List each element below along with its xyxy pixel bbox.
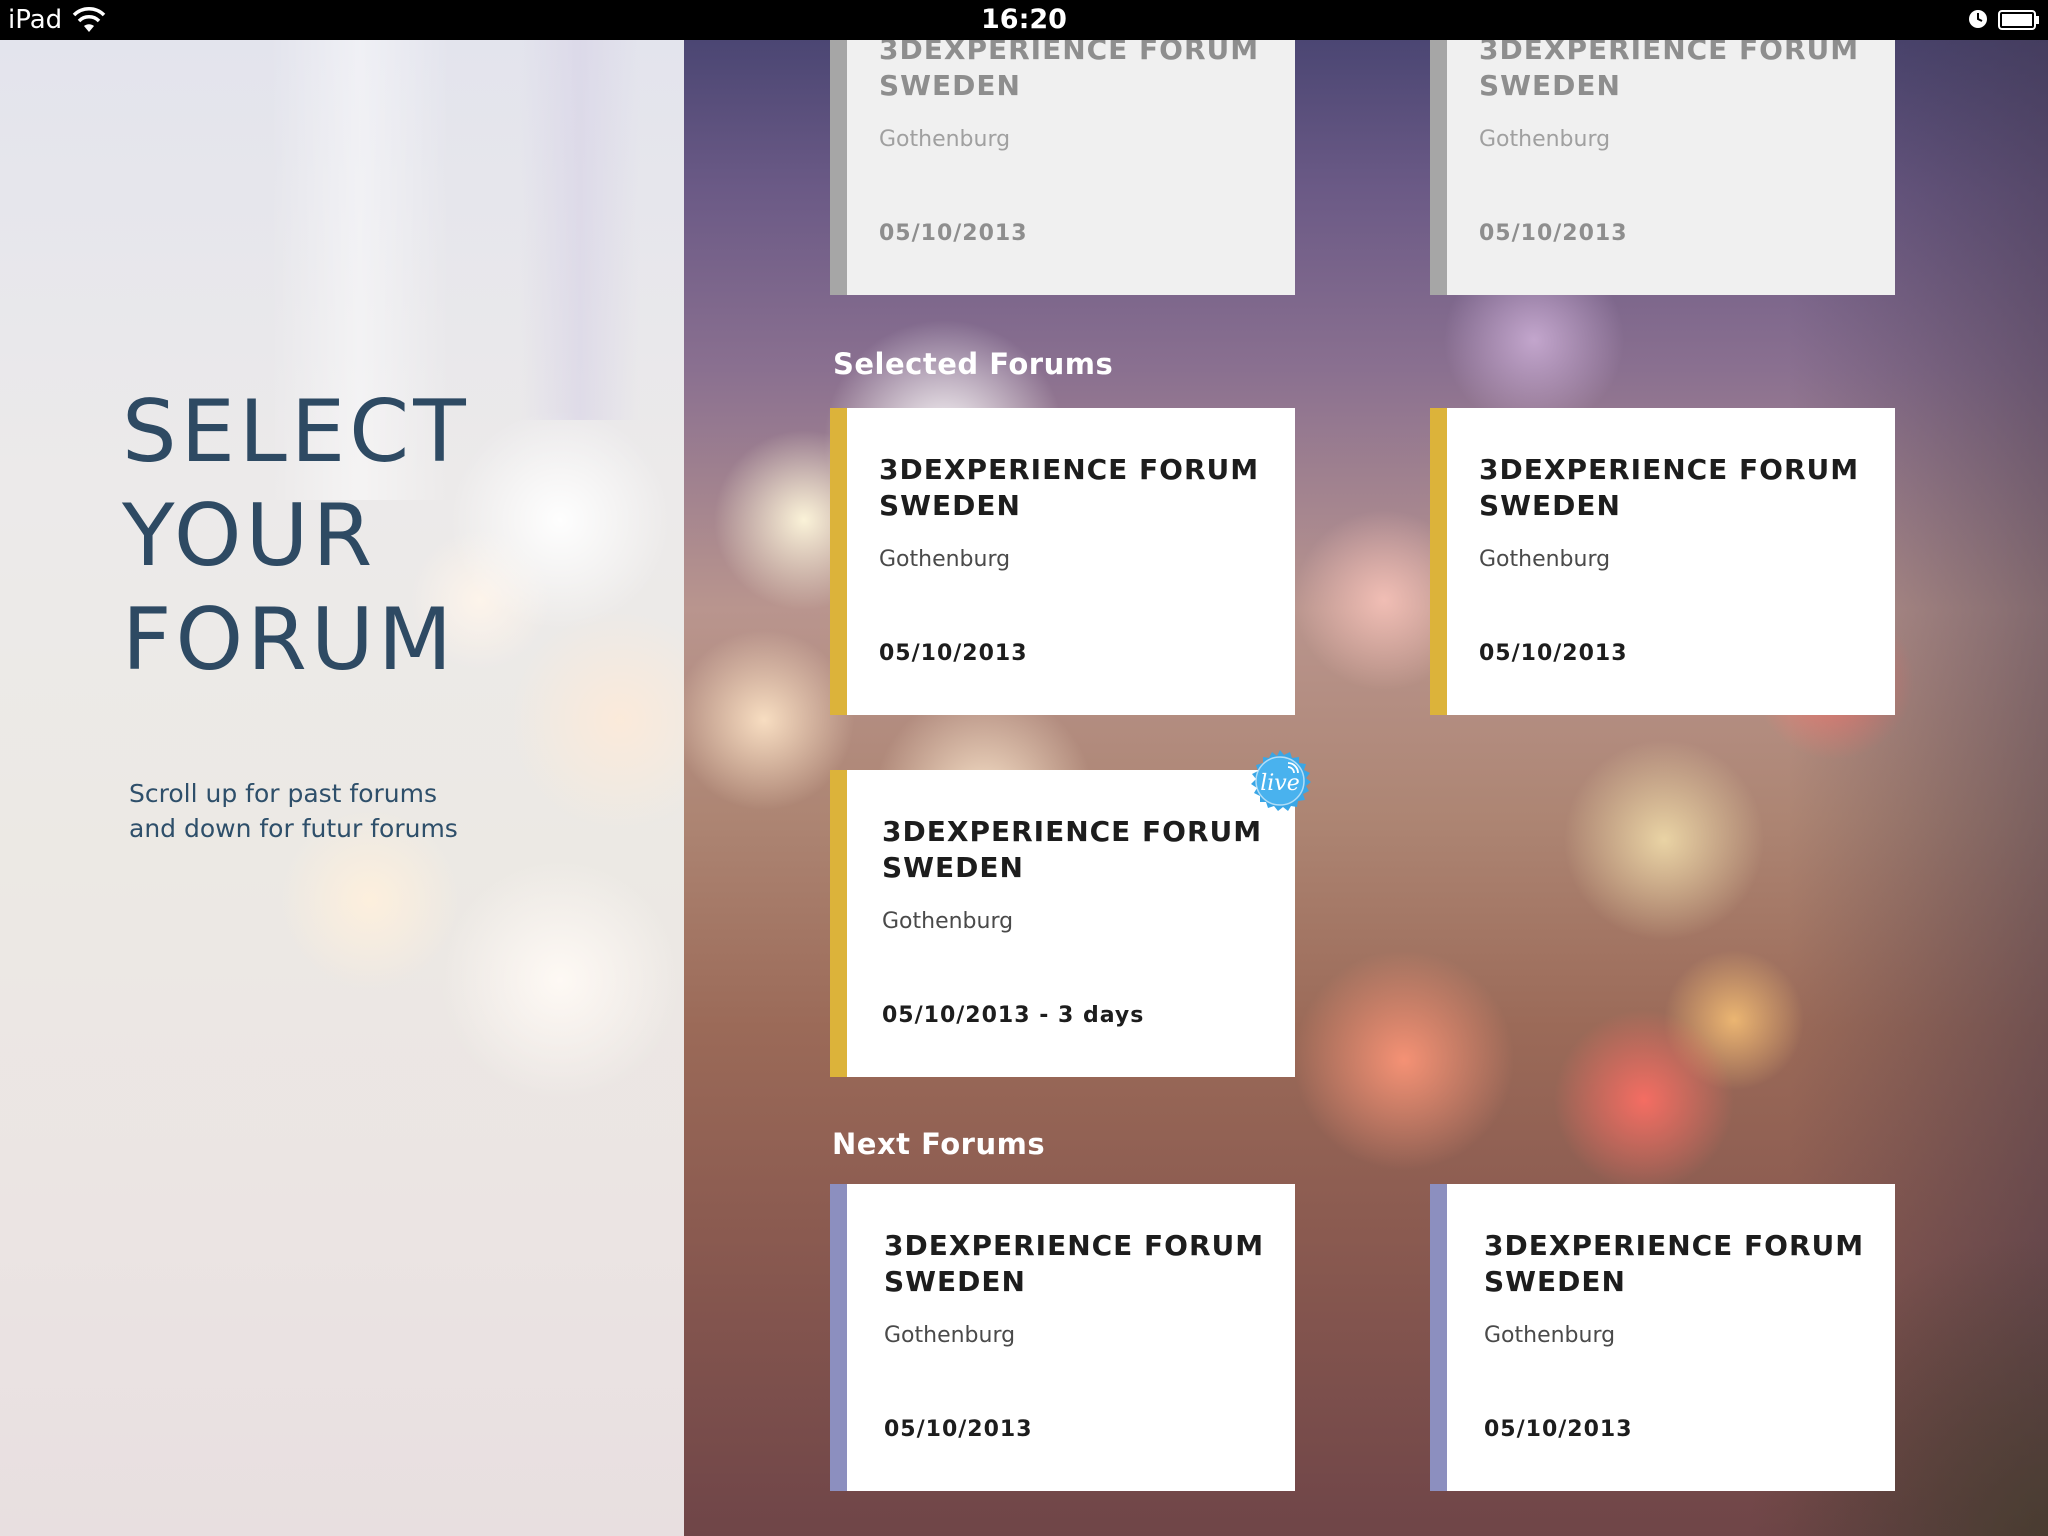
carrier-label: iPad: [8, 5, 63, 35]
forum-title-line: 3DEXPERIENCE FORUM: [1479, 453, 1860, 486]
forum-date: 05/10/2013: [1479, 221, 1628, 246]
forum-title-line: 3DEXPERIENCE FORUM: [879, 40, 1260, 66]
forum-title: 3DEXPERIENCE FORUM SWEDEN: [1479, 452, 1859, 524]
page-title: SELECT YOUR FORUM: [122, 380, 470, 692]
forum-city: Gothenburg: [1479, 127, 1611, 152]
forum-card-selected[interactable]: 3DEXPERIENCE FORUM SWEDEN Gothenburg 05/…: [1430, 408, 1895, 715]
status-bar: iPad 16:20: [0, 0, 2048, 40]
forum-city: Gothenburg: [1479, 547, 1611, 572]
forum-card-next[interactable]: 3DEXPERIENCE FORUM SWEDEN Gothenburg 05/…: [1430, 1184, 1895, 1491]
forum-date: 05/10/2013 - 3 days: [882, 1003, 1145, 1028]
clock-icon: [1969, 10, 1987, 28]
forum-city: Gothenburg: [1484, 1323, 1616, 1348]
forum-date: 05/10/2013: [1484, 1417, 1633, 1442]
section-heading-next: Next Forums: [832, 1127, 1046, 1161]
forum-city: Gothenburg: [882, 909, 1014, 934]
forum-card-next[interactable]: 3DEXPERIENCE FORUM SWEDEN Gothenburg 05/…: [830, 1184, 1295, 1491]
forum-card-past[interactable]: 3DEXPERIENCE FORUM SWEDEN Gothenburg 05/…: [830, 40, 1295, 295]
intro-panel: SELECT YOUR FORUM Scroll up for past for…: [0, 40, 684, 1536]
forum-city: Gothenburg: [884, 1323, 1016, 1348]
live-badge-label: live: [1260, 771, 1300, 796]
forum-title: 3DEXPERIENCE FORUM SWEDEN: [1484, 1228, 1864, 1300]
battery-icon: [1998, 10, 2039, 30]
scroll-hint-line: and down for futur forums: [129, 814, 458, 843]
forum-title: 3DEXPERIENCE FORUM SWEDEN: [879, 452, 1259, 524]
forum-card-past[interactable]: 3DEXPERIENCE FORUM SWEDEN Gothenburg 05/…: [1430, 40, 1895, 295]
forum-title-line: SWEDEN: [882, 851, 1024, 884]
forum-title: 3DEXPERIENCE FORUM SWEDEN: [882, 814, 1262, 886]
forum-title-line: SWEDEN: [1479, 69, 1621, 102]
wifi-icon: [72, 7, 106, 32]
ipad-screen: iPad 16:20 SELECT YOUR FORUM Scroll up f…: [0, 0, 2048, 1536]
forum-title-line: 3DEXPERIENCE FORUM: [882, 815, 1263, 848]
forum-title-line: SWEDEN: [879, 489, 1021, 522]
forum-date: 05/10/2013: [879, 221, 1028, 246]
forum-title-line: SWEDEN: [1484, 1265, 1626, 1298]
background-glow: [520, 40, 640, 420]
scroll-hint-line: Scroll up for past forums: [129, 779, 438, 808]
forum-title-line: 3DEXPERIENCE FORUM: [1479, 40, 1860, 66]
forum-city: Gothenburg: [879, 547, 1011, 572]
status-time: 16:20: [981, 4, 1067, 35]
live-badge-icon: live: [1251, 750, 1311, 811]
forum-title-line: SWEDEN: [1479, 489, 1621, 522]
forum-title-line: 3DEXPERIENCE FORUM: [1484, 1229, 1865, 1262]
forum-card-selected-live[interactable]: 3DEXPERIENCE FORUM SWEDEN Gothenburg 05/…: [830, 770, 1295, 1077]
forum-card-selected[interactable]: 3DEXPERIENCE FORUM SWEDEN Gothenburg 05/…: [830, 408, 1295, 715]
forum-date: 05/10/2013: [884, 1417, 1033, 1442]
forum-title-line: SWEDEN: [884, 1265, 1026, 1298]
forum-title: 3DEXPERIENCE FORUM SWEDEN: [884, 1228, 1264, 1300]
page-title-line: YOUR: [122, 486, 377, 586]
forum-title-line: SWEDEN: [879, 69, 1021, 102]
scroll-hint: Scroll up for past forums and down for f…: [129, 776, 458, 846]
forum-title: 3DEXPERIENCE FORUM SWEDEN: [1479, 40, 1859, 104]
page-title-line: FORUM: [122, 590, 457, 690]
forum-date: 05/10/2013: [879, 641, 1028, 666]
forum-date: 05/10/2013: [1479, 641, 1628, 666]
forum-title-line: 3DEXPERIENCE FORUM: [879, 453, 1260, 486]
forum-list[interactable]: 3DEXPERIENCE FORUM SWEDEN Gothenburg 05/…: [684, 40, 2048, 1536]
section-heading-selected: Selected Forums: [833, 347, 1114, 381]
page-title-line: SELECT: [122, 382, 470, 482]
forum-title: 3DEXPERIENCE FORUM SWEDEN: [879, 40, 1259, 104]
forum-city: Gothenburg: [879, 127, 1011, 152]
forum-title-line: 3DEXPERIENCE FORUM: [884, 1229, 1265, 1262]
